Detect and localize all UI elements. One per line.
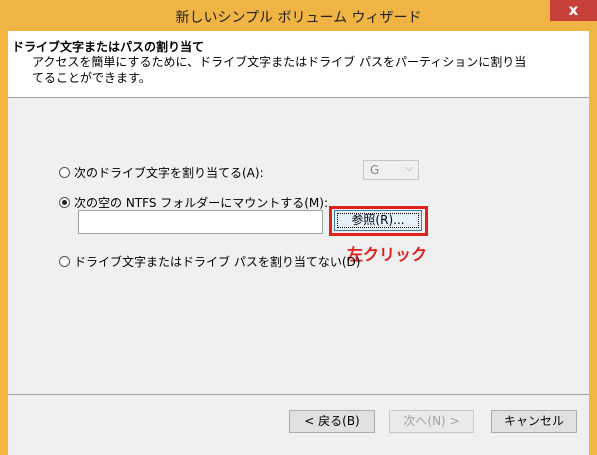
next-button[interactable]: 次へ(N) > xyxy=(389,410,474,433)
mount-path-input[interactable] xyxy=(78,210,323,234)
assign-letter-radio[interactable] xyxy=(59,167,70,178)
no-assign-option[interactable]: ドライブ文字またはドライブ パスを割り当てない(D) xyxy=(59,253,360,270)
mount-folder-label: 次の空の NTFS フォルダーにマウントする(M): xyxy=(74,196,329,210)
back-button[interactable]: < 戻る(B) xyxy=(289,410,375,433)
browse-button[interactable]: 参照(R)... xyxy=(334,210,422,231)
page-title: ドライブ文字またはパスの割り当て xyxy=(12,40,205,54)
cancel-button[interactable]: キャンセル xyxy=(491,410,577,433)
close-button[interactable]: x xyxy=(550,0,597,21)
chevron-down-icon: ⌵ xyxy=(405,163,413,174)
window-title: 新しいシンプル ボリューム ウィザード xyxy=(175,10,422,26)
title-bar[interactable]: 新しいシンプル ボリューム ウィザード x xyxy=(0,0,597,31)
drive-letter-select[interactable]: G ⌵ xyxy=(363,160,419,180)
close-icon: x xyxy=(568,1,579,19)
assign-letter-label: 次のドライブ文字を割り当てる(A): xyxy=(74,166,264,180)
wizard-header: ドライブ文字またはパスの割り当て アクセスを簡単にするために、ドライブ文字または… xyxy=(8,31,589,98)
mount-folder-option[interactable]: 次の空の NTFS フォルダーにマウントする(M): xyxy=(59,194,328,211)
drive-letter-value: G xyxy=(370,163,380,177)
wizard-footer: < 戻る(B) 次へ(N) > キャンセル xyxy=(8,394,589,455)
no-assign-radio[interactable] xyxy=(59,256,70,267)
assign-letter-option[interactable]: 次のドライブ文字を割り当てる(A): xyxy=(59,164,264,181)
page-description: アクセスを簡単にするために、ドライブ文字またはドライブ パスをパーティションに割… xyxy=(32,55,527,85)
mount-folder-radio[interactable] xyxy=(59,197,70,208)
wizard-content: 次のドライブ文字を割り当てる(A): G ⌵ 次の空の NTFS フォルダーにマ… xyxy=(8,98,589,394)
no-assign-label: ドライブ文字またはドライブ パスを割り当てない(D) xyxy=(74,255,361,269)
